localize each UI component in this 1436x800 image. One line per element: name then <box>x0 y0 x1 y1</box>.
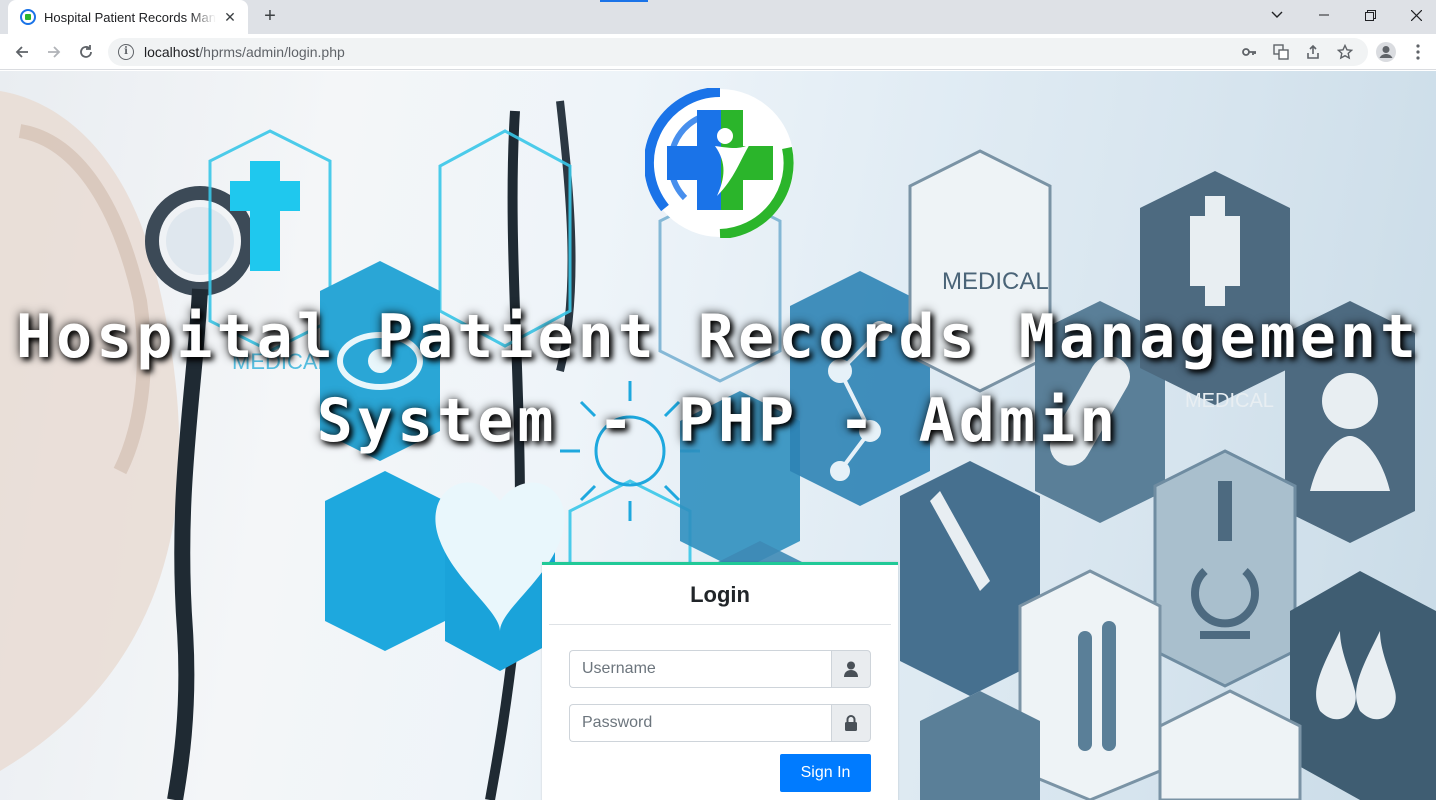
password-input[interactable] <box>569 704 831 742</box>
close-tab-icon[interactable]: ✕ <box>222 9 238 25</box>
tab-title: Hospital Patient Records Management Syst… <box>44 9 216 25</box>
browser-tab-active[interactable]: Hospital Patient Records Management Syst… <box>8 0 248 34</box>
tab-search-button[interactable] <box>1254 0 1300 30</box>
translate-icon[interactable] <box>1273 44 1289 60</box>
chevron-down-icon <box>1271 11 1283 18</box>
more-vertical-icon <box>1416 44 1420 60</box>
tab-loading-indicator <box>600 0 648 2</box>
close-window-button[interactable] <box>1393 0 1436 30</box>
profile-button[interactable] <box>1372 38 1400 66</box>
login-title: Login <box>549 565 891 625</box>
back-button[interactable] <box>8 38 36 66</box>
login-card: Login Sign In <box>542 562 898 800</box>
page-headline: Hospital Patient Records Management Syst… <box>0 295 1436 463</box>
profile-avatar-icon <box>1376 42 1396 62</box>
address-bar[interactable]: i localhost/hprms/admin/login.php <box>108 38 1368 66</box>
close-icon <box>1410 9 1422 21</box>
forward-button[interactable] <box>40 38 68 66</box>
share-icon[interactable] <box>1305 44 1321 60</box>
login-page: MEDICAL MEDICAL MEDICAL Hospital Patient… <box>0 71 1436 800</box>
reload-icon <box>80 45 92 58</box>
minimize-window-button[interactable] <box>1301 0 1347 30</box>
password-input-group <box>569 704 871 742</box>
arrow-right-icon <box>48 46 61 58</box>
username-input[interactable] <box>569 650 831 688</box>
sign-in-button[interactable]: Sign In <box>780 754 871 792</box>
browser-tabstrip: Hospital Patient Records Management Syst… <box>0 0 1436 34</box>
username-input-group <box>569 650 871 688</box>
reload-button[interactable] <box>72 38 100 66</box>
site-favicon-icon <box>20 9 36 25</box>
address-url: localhost/hprms/admin/login.php <box>144 44 345 60</box>
headline-line-1: Hospital Patient Records Management <box>15 302 1421 372</box>
arrow-left-icon <box>15 46 28 58</box>
new-tab-button[interactable]: + <box>258 5 282 29</box>
key-icon[interactable] <box>1241 44 1257 60</box>
minimize-icon <box>1319 14 1329 16</box>
svg-text:MEDICAL: MEDICAL <box>942 268 1049 295</box>
browser-menu-button[interactable] <box>1404 38 1432 66</box>
restore-icon <box>1364 9 1376 21</box>
hospital-logo <box>645 88 794 238</box>
browser-toolbar: i localhost/hprms/admin/login.php <box>0 34 1436 70</box>
lock-icon <box>831 704 871 742</box>
restore-window-button[interactable] <box>1347 0 1393 30</box>
site-info-icon[interactable]: i <box>118 44 134 60</box>
headline-line-2: System - PHP - Admin <box>316 386 1120 456</box>
user-icon <box>831 650 871 688</box>
bookmark-star-icon[interactable] <box>1336 43 1354 60</box>
